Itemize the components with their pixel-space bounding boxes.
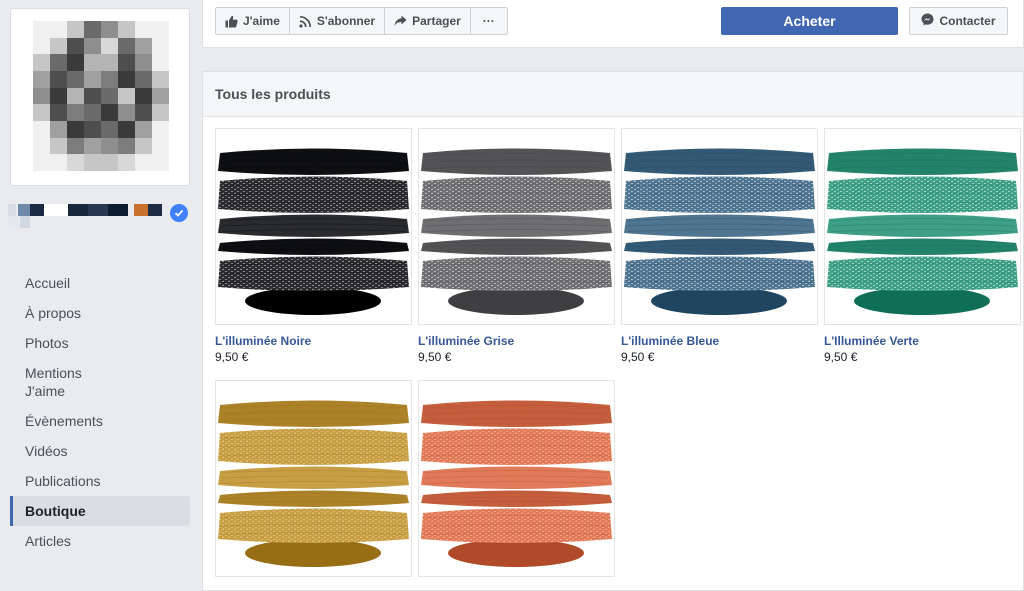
messenger-icon	[921, 13, 934, 29]
nav-item-publications[interactable]: Publications	[10, 466, 190, 496]
product-card[interactable]: L'illuminée Noire 9,50 €	[215, 128, 412, 364]
like-button[interactable]: J'aime	[215, 7, 290, 35]
nav-item-a-propos[interactable]: À propos	[10, 298, 190, 328]
product-image[interactable]	[418, 128, 615, 325]
product-card[interactable]: L'illuminée Grise 9,50 €	[418, 128, 615, 364]
nav-item-mentions-jaime[interactable]: Mentions J'aime	[10, 358, 110, 406]
more-options-label: ···	[482, 14, 495, 28]
thumbs-up-icon	[225, 15, 238, 28]
subscribe-button-label: S'abonner	[316, 14, 376, 28]
left-sidebar: Accueil À propos Photos Mentions J'aime …	[0, 0, 200, 579]
product-name[interactable]: L'Illuminée Verte	[824, 334, 1021, 348]
shop-products-panel: Tous les produits L'illuminée Noire 9,50…	[202, 71, 1024, 591]
product-name[interactable]: L'illuminée Grise	[418, 334, 615, 348]
product-image[interactable]	[824, 128, 1021, 325]
product-price: 9,50 €	[621, 350, 655, 364]
nav-item-accueil[interactable]: Accueil	[10, 268, 190, 298]
verified-badge-icon	[170, 204, 188, 222]
product-price: 9,50 €	[215, 350, 249, 364]
buy-button[interactable]: Acheter	[721, 7, 898, 35]
nav-item-videos[interactable]: Vidéos	[10, 436, 190, 466]
share-arrow-icon	[394, 15, 407, 27]
more-options-button[interactable]: ···	[469, 7, 508, 35]
product-image[interactable]	[418, 380, 615, 577]
product-price: 9,50 €	[418, 350, 452, 364]
product-card[interactable]: L'illuminée Bleue 9,50 €	[621, 128, 818, 364]
profile-picture-pixelated	[33, 21, 169, 171]
page-action-bar: J'aime S'abonner Partager ··· Acheter Co…	[202, 0, 1024, 48]
rss-feed-icon	[299, 15, 312, 28]
product-image[interactable]	[215, 128, 412, 325]
nav-item-boutique[interactable]: Boutique	[10, 496, 190, 526]
nav-item-photos[interactable]: Photos	[10, 328, 190, 358]
share-button[interactable]: Partager	[384, 7, 471, 35]
profile-picture-frame[interactable]	[10, 8, 190, 186]
page-navigation: Accueil À propos Photos Mentions J'aime …	[10, 268, 190, 556]
contact-button[interactable]: Contacter	[909, 7, 1008, 35]
product-price: 9,50 €	[824, 350, 858, 364]
page-name-pixelated[interactable]	[8, 204, 188, 238]
product-card[interactable]	[215, 380, 412, 577]
product-name[interactable]: L'illuminée Bleue	[621, 334, 818, 348]
contact-button-label: Contacter	[939, 14, 996, 28]
product-name[interactable]: L'illuminée Noire	[215, 334, 412, 348]
section-title: Tous les produits	[203, 72, 1023, 117]
engagement-button-group: J'aime S'abonner Partager ···	[215, 7, 508, 35]
nav-item-evenements[interactable]: Évènements	[10, 406, 190, 436]
subscribe-button[interactable]: S'abonner	[288, 7, 386, 35]
product-card[interactable]	[418, 380, 615, 577]
share-button-label: Partager	[412, 14, 461, 28]
product-card[interactable]: L'Illuminée Verte 9,50 €	[824, 128, 1021, 364]
product-image[interactable]	[621, 128, 818, 325]
product-image[interactable]	[215, 380, 412, 577]
nav-item-articles[interactable]: Articles	[10, 526, 190, 556]
like-button-label: J'aime	[243, 14, 280, 28]
